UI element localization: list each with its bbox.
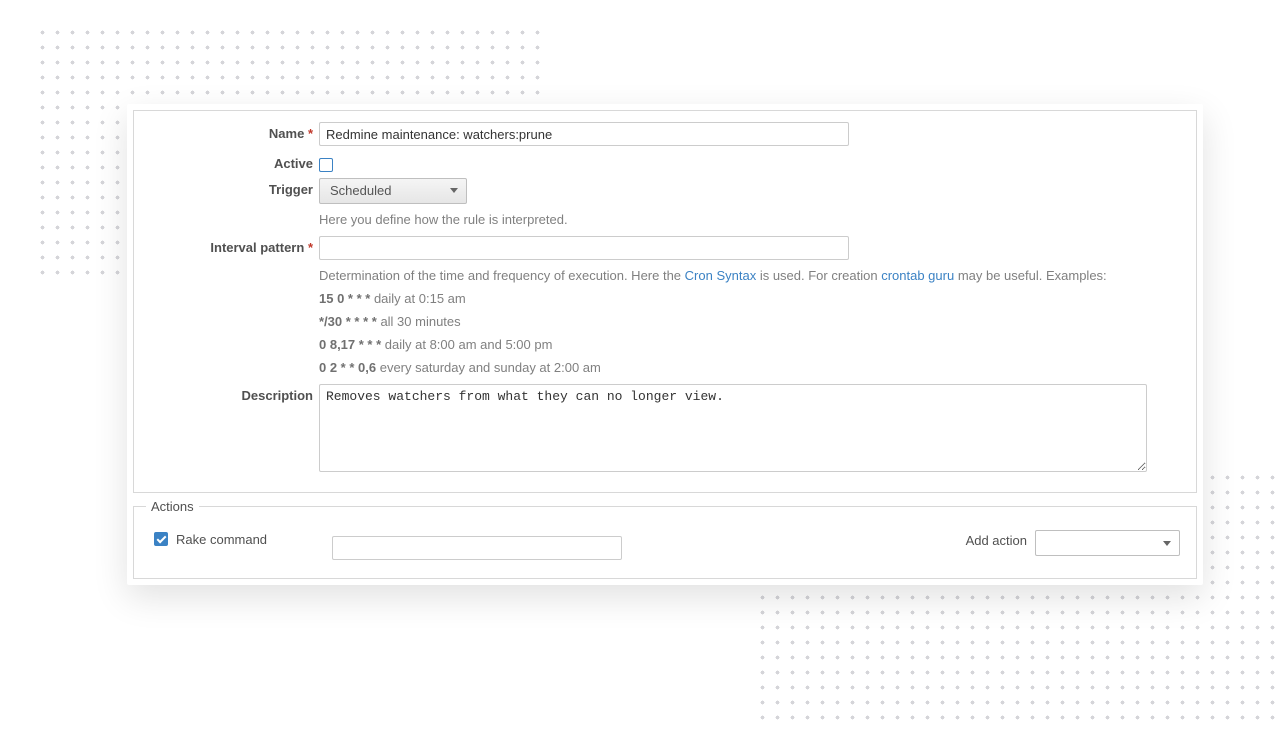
active-checkbox[interactable]	[319, 158, 333, 172]
rake-label: Rake command	[168, 530, 267, 550]
cron-syntax-link[interactable]: Cron Syntax	[685, 268, 757, 283]
rake-input[interactable]	[332, 536, 622, 560]
required-marker: *	[308, 240, 313, 255]
description-label: Description	[146, 384, 319, 403]
trigger-row: Trigger Scheduled Here you define how th…	[146, 175, 1184, 233]
cron-example: 15 0 * * * daily at 0:15 am	[319, 289, 1184, 309]
main-fieldset: Name * Active Trigger Scheduled Here you…	[133, 110, 1197, 493]
active-label: Active	[146, 152, 319, 171]
required-marker: *	[308, 126, 313, 141]
actions-legend: Actions	[146, 499, 199, 514]
add-action-label: Add action	[966, 530, 1035, 548]
trigger-select[interactable]: Scheduled	[319, 178, 467, 204]
interval-hint: Determination of the time and frequency …	[319, 266, 1184, 379]
description-row: Description Removes watchers from what t…	[146, 381, 1184, 478]
trigger-label: Trigger	[146, 178, 319, 197]
interval-label: Interval pattern *	[146, 236, 319, 255]
name-label: Name *	[146, 122, 319, 141]
interval-row: Interval pattern * Determination of the …	[146, 233, 1184, 382]
trigger-selected: Scheduled	[330, 183, 391, 198]
active-row: Active	[146, 149, 1184, 175]
crontab-guru-link[interactable]: crontab guru	[881, 268, 954, 283]
add-action-select[interactable]	[1035, 530, 1180, 556]
description-textarea[interactable]: Removes watchers from what they can no l…	[319, 384, 1147, 472]
cron-example: 0 8,17 * * * daily at 8:00 am and 5:00 p…	[319, 335, 1184, 355]
trigger-hint: Here you define how the rule is interpre…	[319, 210, 1184, 230]
chevron-down-icon	[450, 188, 458, 193]
name-input[interactable]	[319, 122, 849, 146]
cron-example: */30 * * * * all 30 minutes	[319, 312, 1184, 332]
actions-fieldset: Actions Rake command Add action	[133, 499, 1197, 579]
rake-checkbox[interactable]	[154, 532, 168, 546]
chevron-down-icon	[1163, 541, 1171, 546]
cron-example: 0 2 * * 0,6 every saturday and sunday at…	[319, 358, 1184, 378]
form-panel: Name * Active Trigger Scheduled Here you…	[127, 104, 1203, 585]
name-row: Name *	[146, 119, 1184, 149]
interval-input[interactable]	[319, 236, 849, 260]
